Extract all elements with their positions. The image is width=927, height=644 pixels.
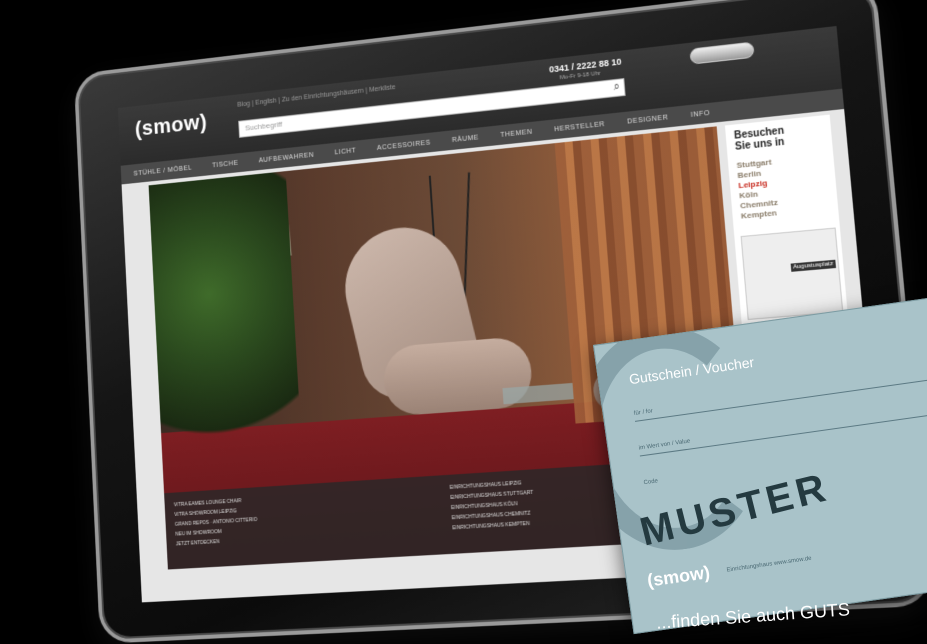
stores-title: Besuchen Sie uns in — [734, 126, 786, 153]
nav-item-tische[interactable]: TISCHE — [212, 159, 239, 168]
search-placeholder: Suchbegriff — [244, 119, 283, 133]
nav-item-themen[interactable]: THEMEN — [500, 128, 533, 138]
nav-item-hersteller[interactable]: HERSTELLER — [554, 121, 605, 133]
nav-item-licht[interactable]: LICHT — [334, 147, 356, 156]
smow-logo[interactable]: (smow) — [134, 109, 207, 141]
voucher-card: Gutschein / Voucher für / for im Wert vo… — [593, 291, 927, 635]
cart-button[interactable] — [689, 41, 755, 65]
lounge-chair-seat — [381, 335, 534, 417]
caption-list-left: VITRA EAMES LOUNGE CHAIR VITRA SHOWROOM … — [174, 486, 404, 549]
map-pin-label: Augustusplatz — [790, 259, 836, 272]
nav-item-moebel[interactable]: STÜHLE / MÖBEL — [133, 164, 192, 177]
search-icon[interactable]: ⌕ — [613, 81, 620, 95]
nav-item-aufbewahren[interactable]: AUFBEWAHREN — [258, 151, 314, 164]
store-map[interactable]: Augustusplatz — [740, 227, 844, 321]
voucher-footer: Einrichtungshaus www.smow.de — [726, 555, 812, 574]
nav-item-designer[interactable]: DESIGNER — [627, 114, 669, 125]
nav-item-info[interactable]: INFO — [690, 109, 710, 118]
voucher-logo: (smow) — [645, 562, 712, 591]
hero-plant — [148, 171, 303, 472]
nav-item-raeume[interactable]: RÄUME — [452, 134, 479, 144]
city-link-kempten[interactable]: Kempten — [741, 208, 778, 222]
nav-item-accessoires[interactable]: ACCESSOIRES — [377, 139, 431, 151]
